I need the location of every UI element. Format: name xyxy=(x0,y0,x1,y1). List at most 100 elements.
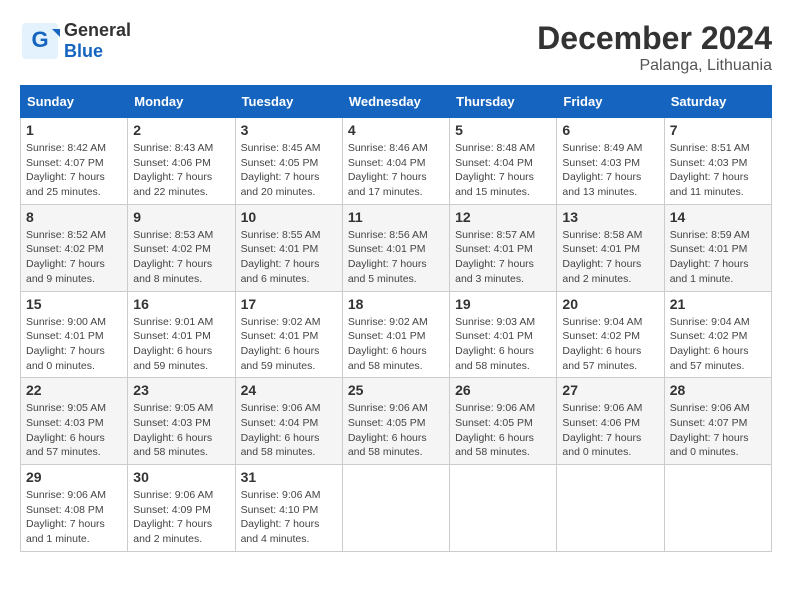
col-sunday: Sunday xyxy=(21,86,128,118)
day-info: Sunrise: 9:02 AM Sunset: 4:01 PM Dayligh… xyxy=(348,315,444,374)
calendar-cell: 14 Sunrise: 8:59 AM Sunset: 4:01 PM Dayl… xyxy=(664,204,771,291)
page-header: G General Blue December 2024 Palanga, Li… xyxy=(20,20,772,75)
calendar-cell: 12 Sunrise: 8:57 AM Sunset: 4:01 PM Dayl… xyxy=(450,204,557,291)
calendar-cell: 24 Sunrise: 9:06 AM Sunset: 4:04 PM Dayl… xyxy=(235,378,342,465)
day-info: Sunrise: 8:57 AM Sunset: 4:01 PM Dayligh… xyxy=(455,228,551,287)
calendar-cell: 4 Sunrise: 8:46 AM Sunset: 4:04 PM Dayli… xyxy=(342,118,449,205)
calendar-cell xyxy=(557,465,664,552)
day-number: 23 xyxy=(133,382,229,398)
calendar-cell: 22 Sunrise: 9:05 AM Sunset: 4:03 PM Dayl… xyxy=(21,378,128,465)
day-number: 5 xyxy=(455,122,551,138)
day-number: 17 xyxy=(241,296,337,312)
logo-blue: Blue xyxy=(64,41,103,61)
calendar-cell: 17 Sunrise: 9:02 AM Sunset: 4:01 PM Dayl… xyxy=(235,291,342,378)
col-monday: Monday xyxy=(128,86,235,118)
day-info: Sunrise: 8:56 AM Sunset: 4:01 PM Dayligh… xyxy=(348,228,444,287)
calendar-cell: 3 Sunrise: 8:45 AM Sunset: 4:05 PM Dayli… xyxy=(235,118,342,205)
day-number: 30 xyxy=(133,469,229,485)
day-number: 6 xyxy=(562,122,658,138)
day-number: 22 xyxy=(26,382,122,398)
day-number: 11 xyxy=(348,209,444,225)
svg-text:G: G xyxy=(31,27,48,52)
day-info: Sunrise: 8:48 AM Sunset: 4:04 PM Dayligh… xyxy=(455,141,551,200)
calendar-cell: 30 Sunrise: 9:06 AM Sunset: 4:09 PM Dayl… xyxy=(128,465,235,552)
day-number: 10 xyxy=(241,209,337,225)
day-number: 2 xyxy=(133,122,229,138)
calendar-cell: 13 Sunrise: 8:58 AM Sunset: 4:01 PM Dayl… xyxy=(557,204,664,291)
day-info: Sunrise: 8:55 AM Sunset: 4:01 PM Dayligh… xyxy=(241,228,337,287)
day-info: Sunrise: 9:01 AM Sunset: 4:01 PM Dayligh… xyxy=(133,315,229,374)
calendar-cell: 1 Sunrise: 8:42 AM Sunset: 4:07 PM Dayli… xyxy=(21,118,128,205)
day-number: 14 xyxy=(670,209,766,225)
day-number: 26 xyxy=(455,382,551,398)
calendar-cell: 19 Sunrise: 9:03 AM Sunset: 4:01 PM Dayl… xyxy=(450,291,557,378)
day-info: Sunrise: 8:45 AM Sunset: 4:05 PM Dayligh… xyxy=(241,141,337,200)
subtitle: Palanga, Lithuania xyxy=(537,57,772,75)
col-saturday: Saturday xyxy=(664,86,771,118)
calendar-cell: 2 Sunrise: 8:43 AM Sunset: 4:06 PM Dayli… xyxy=(128,118,235,205)
day-info: Sunrise: 9:03 AM Sunset: 4:01 PM Dayligh… xyxy=(455,315,551,374)
day-info: Sunrise: 9:00 AM Sunset: 4:01 PM Dayligh… xyxy=(26,315,122,374)
day-number: 24 xyxy=(241,382,337,398)
day-info: Sunrise: 8:59 AM Sunset: 4:01 PM Dayligh… xyxy=(670,228,766,287)
calendar-cell: 6 Sunrise: 8:49 AM Sunset: 4:03 PM Dayli… xyxy=(557,118,664,205)
day-number: 31 xyxy=(241,469,337,485)
day-number: 13 xyxy=(562,209,658,225)
calendar-cell: 18 Sunrise: 9:02 AM Sunset: 4:01 PM Dayl… xyxy=(342,291,449,378)
calendar-week-1: 1 Sunrise: 8:42 AM Sunset: 4:07 PM Dayli… xyxy=(21,118,772,205)
calendar-header-row: Sunday Monday Tuesday Wednesday Thursday… xyxy=(21,86,772,118)
day-info: Sunrise: 8:43 AM Sunset: 4:06 PM Dayligh… xyxy=(133,141,229,200)
calendar-cell: 9 Sunrise: 8:53 AM Sunset: 4:02 PM Dayli… xyxy=(128,204,235,291)
calendar-cell: 25 Sunrise: 9:06 AM Sunset: 4:05 PM Dayl… xyxy=(342,378,449,465)
day-info: Sunrise: 9:06 AM Sunset: 4:05 PM Dayligh… xyxy=(455,401,551,460)
day-number: 16 xyxy=(133,296,229,312)
col-friday: Friday xyxy=(557,86,664,118)
day-info: Sunrise: 8:51 AM Sunset: 4:03 PM Dayligh… xyxy=(670,141,766,200)
day-info: Sunrise: 9:06 AM Sunset: 4:10 PM Dayligh… xyxy=(241,488,337,547)
calendar-table: Sunday Monday Tuesday Wednesday Thursday… xyxy=(20,85,772,552)
day-info: Sunrise: 9:06 AM Sunset: 4:04 PM Dayligh… xyxy=(241,401,337,460)
calendar-cell: 26 Sunrise: 9:06 AM Sunset: 4:05 PM Dayl… xyxy=(450,378,557,465)
day-info: Sunrise: 9:02 AM Sunset: 4:01 PM Dayligh… xyxy=(241,315,337,374)
day-number: 8 xyxy=(26,209,122,225)
day-info: Sunrise: 8:42 AM Sunset: 4:07 PM Dayligh… xyxy=(26,141,122,200)
day-number: 29 xyxy=(26,469,122,485)
col-thursday: Thursday xyxy=(450,86,557,118)
logo-general: General xyxy=(64,20,131,40)
day-info: Sunrise: 8:53 AM Sunset: 4:02 PM Dayligh… xyxy=(133,228,229,287)
day-number: 27 xyxy=(562,382,658,398)
day-number: 7 xyxy=(670,122,766,138)
title-block: December 2024 Palanga, Lithuania xyxy=(537,20,772,75)
day-number: 18 xyxy=(348,296,444,312)
main-title: December 2024 xyxy=(537,20,772,57)
calendar-cell: 20 Sunrise: 9:04 AM Sunset: 4:02 PM Dayl… xyxy=(557,291,664,378)
calendar-cell: 15 Sunrise: 9:00 AM Sunset: 4:01 PM Dayl… xyxy=(21,291,128,378)
logo: G General Blue xyxy=(20,20,131,62)
day-number: 28 xyxy=(670,382,766,398)
calendar-cell: 31 Sunrise: 9:06 AM Sunset: 4:10 PM Dayl… xyxy=(235,465,342,552)
day-number: 25 xyxy=(348,382,444,398)
day-info: Sunrise: 9:06 AM Sunset: 4:09 PM Dayligh… xyxy=(133,488,229,547)
logo-text: General Blue xyxy=(64,20,131,62)
calendar-cell: 21 Sunrise: 9:04 AM Sunset: 4:02 PM Dayl… xyxy=(664,291,771,378)
day-info: Sunrise: 9:04 AM Sunset: 4:02 PM Dayligh… xyxy=(670,315,766,374)
day-info: Sunrise: 9:06 AM Sunset: 4:08 PM Dayligh… xyxy=(26,488,122,547)
calendar-cell: 28 Sunrise: 9:06 AM Sunset: 4:07 PM Dayl… xyxy=(664,378,771,465)
day-number: 20 xyxy=(562,296,658,312)
day-info: Sunrise: 9:06 AM Sunset: 4:07 PM Dayligh… xyxy=(670,401,766,460)
calendar-cell xyxy=(664,465,771,552)
day-number: 3 xyxy=(241,122,337,138)
calendar-cell xyxy=(450,465,557,552)
day-number: 1 xyxy=(26,122,122,138)
day-info: Sunrise: 9:04 AM Sunset: 4:02 PM Dayligh… xyxy=(562,315,658,374)
day-info: Sunrise: 9:06 AM Sunset: 4:06 PM Dayligh… xyxy=(562,401,658,460)
day-info: Sunrise: 9:05 AM Sunset: 4:03 PM Dayligh… xyxy=(133,401,229,460)
calendar-cell: 11 Sunrise: 8:56 AM Sunset: 4:01 PM Dayl… xyxy=(342,204,449,291)
calendar-cell: 8 Sunrise: 8:52 AM Sunset: 4:02 PM Dayli… xyxy=(21,204,128,291)
day-info: Sunrise: 8:52 AM Sunset: 4:02 PM Dayligh… xyxy=(26,228,122,287)
calendar-cell: 5 Sunrise: 8:48 AM Sunset: 4:04 PM Dayli… xyxy=(450,118,557,205)
logo-icon: G xyxy=(20,21,60,61)
calendar-cell: 29 Sunrise: 9:06 AM Sunset: 4:08 PM Dayl… xyxy=(21,465,128,552)
day-info: Sunrise: 9:05 AM Sunset: 4:03 PM Dayligh… xyxy=(26,401,122,460)
calendar-cell: 23 Sunrise: 9:05 AM Sunset: 4:03 PM Dayl… xyxy=(128,378,235,465)
